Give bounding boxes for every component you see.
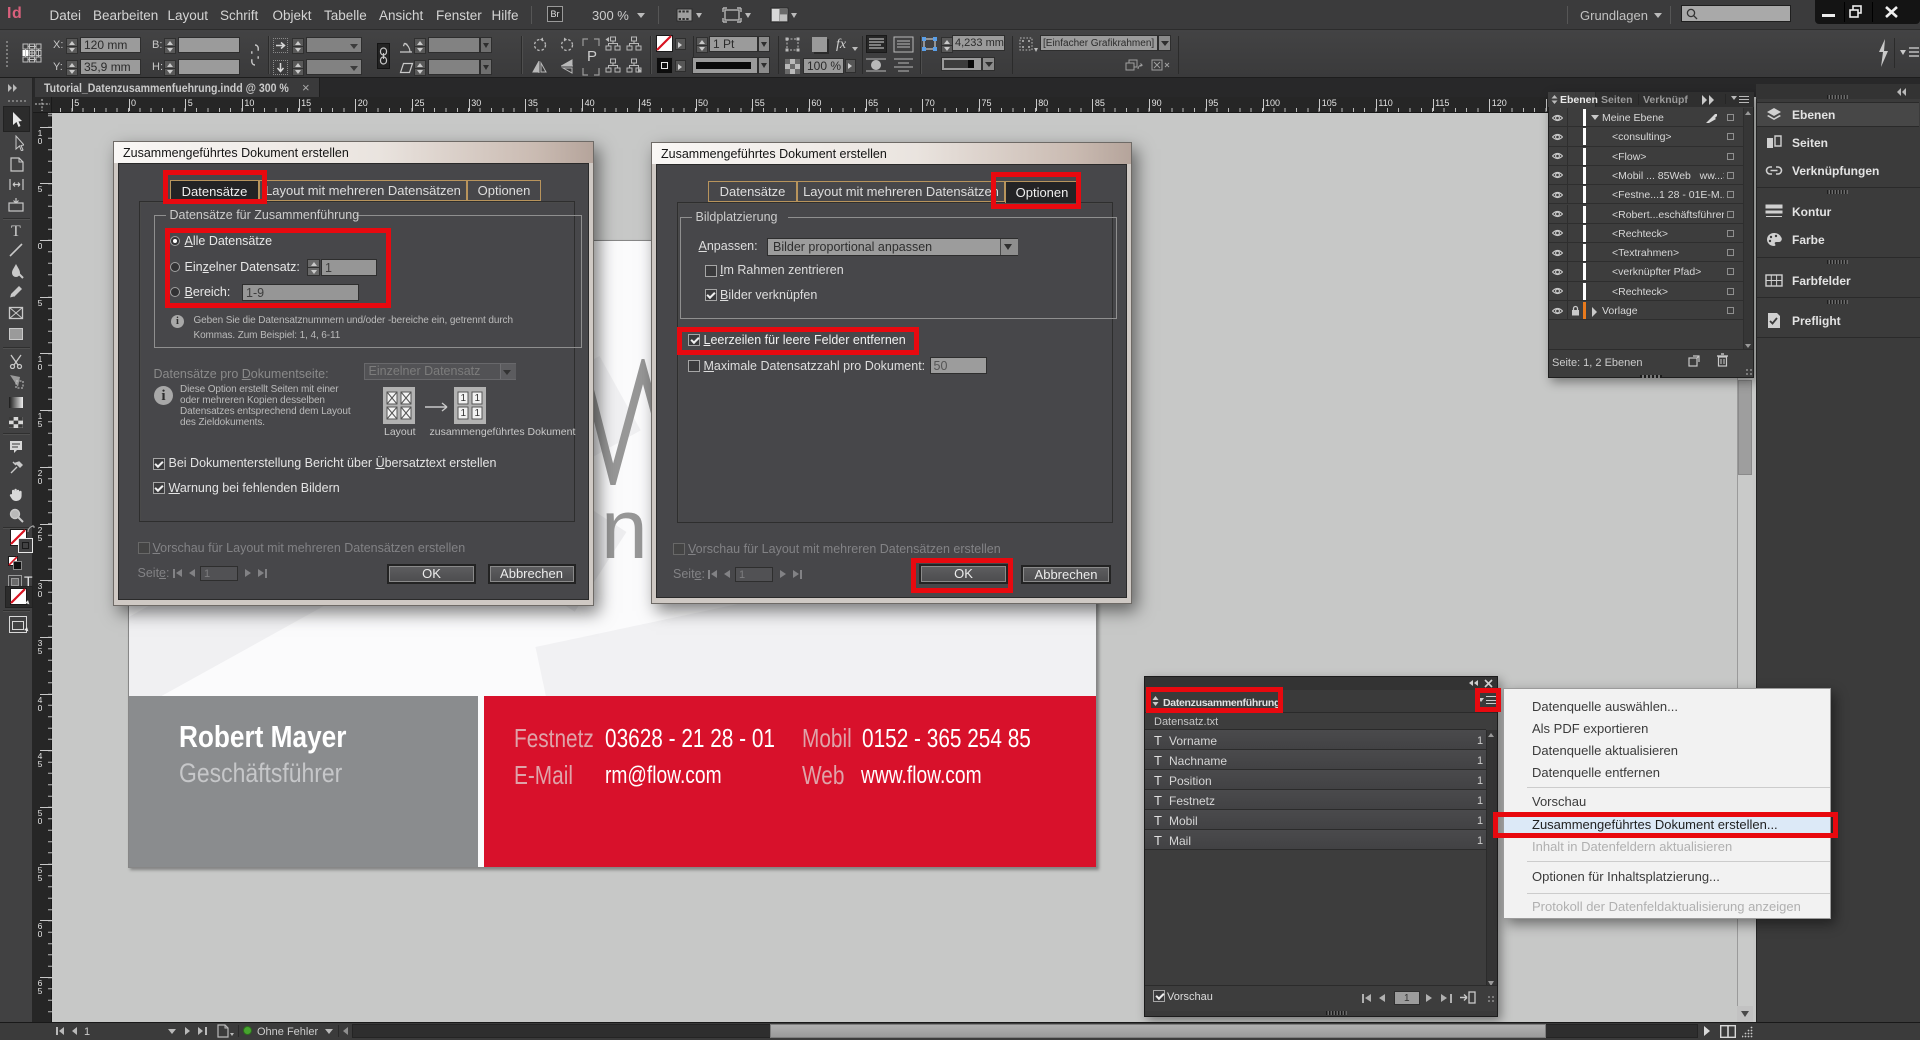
svg-text:1: 1 [461,393,467,404]
svg-text:1: 1 [461,408,467,419]
svg-text:T: T [11,223,21,238]
svg-text:1: 1 [475,408,481,419]
svg-text:1: 1 [475,393,481,404]
